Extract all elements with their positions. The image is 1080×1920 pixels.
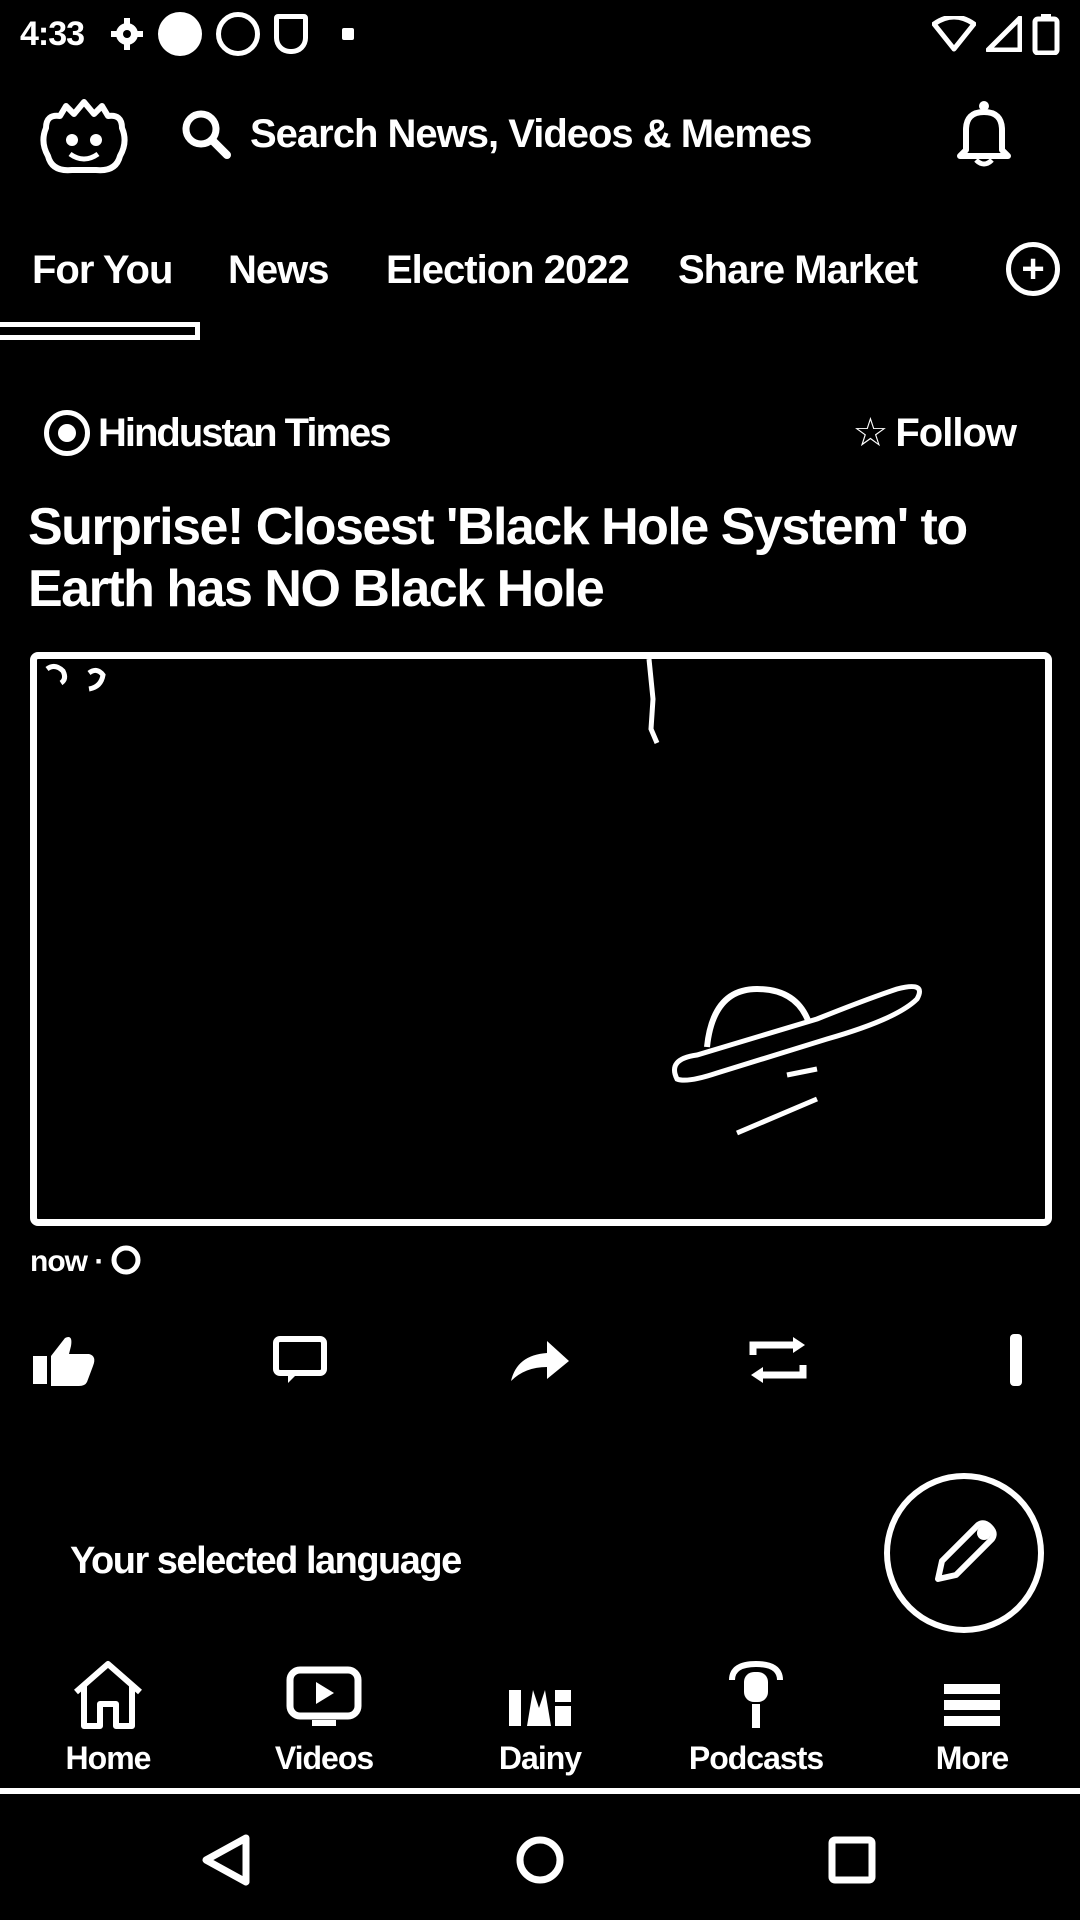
language-prompt[interactable]: Your selected language [70,1540,462,1583]
compose-button[interactable] [884,1473,1044,1633]
home-circle-icon[interactable] [500,1820,580,1900]
nav-label-videos: Videos [274,1740,374,1776]
search-icon [182,110,231,159]
tab-news[interactable]: News [228,248,329,293]
shield-icon [274,14,309,54]
article-meta-text: now · [30,1245,104,1278]
menu-icon [944,1684,1000,1726]
nav-item-dainy[interactable]: Dainy [460,1640,620,1790]
share-icon[interactable] [500,1325,580,1395]
category-tabs: For You News Election 2022 Share Market [0,235,1080,305]
source-name[interactable]: Hindustan Times [98,411,392,456]
back-icon[interactable] [186,1820,266,1900]
notification-icon [158,12,203,56]
article-source-row: Hindustan Times ☆ Follow [44,405,1024,461]
podcast-icon [729,1660,783,1728]
pencil-icon [935,1520,997,1582]
gear-icon [111,18,144,50]
globe-icon [111,1245,141,1275]
tab-for-you[interactable]: For You [32,248,173,293]
status-icons-left [110,12,355,56]
follow-label: Follow [895,410,1017,455]
app-header: Search News, Videos & Memes [0,90,1080,180]
star-icon: ☆ [852,411,889,455]
status-icons-right [932,13,1060,55]
nav-item-podcasts[interactable]: Podcasts [676,1640,836,1790]
system-navigation [0,1820,1080,1900]
status-time: 4:33 [20,14,85,53]
nav-item-home[interactable]: Home [28,1640,188,1790]
nav-label-more: More [935,1740,1009,1776]
recents-icon[interactable] [812,1820,892,1900]
nav-item-videos[interactable]: Videos [244,1640,404,1790]
nav-label-podcasts: Podcasts [688,1740,824,1776]
notification-icon [216,12,261,56]
space-illustration [45,659,922,1136]
nav-item-more[interactable]: More [892,1640,1052,1790]
source-logo-icon [44,410,90,456]
article-meta: now · [30,1245,141,1279]
status-bar: 4:33 [0,0,1080,68]
tab-share-market[interactable]: Share Market [678,248,918,293]
article-image[interactable] [30,652,1052,1226]
selected-tab-indicator [0,322,200,340]
follow-button[interactable]: ☆ Follow [853,411,1017,456]
like-icon[interactable] [24,1325,104,1395]
plus-circle-icon[interactable]: + [1006,242,1060,296]
battery-icon [1032,14,1060,55]
search-placeholder: Search News, Videos & Memes [250,111,812,156]
bottom-navigation: Home Videos Dainy Podcasts More [0,1640,1080,1790]
dot-icon [342,28,355,40]
nav-divider [0,1788,1080,1794]
nav-label-home: Home [65,1740,152,1776]
nav-label-dainy: Dainy [498,1740,582,1776]
more-icon[interactable] [976,1325,1056,1395]
article-headline[interactable]: Surprise! Closest 'Black Hole System' to… [28,496,1058,620]
article-actions [0,1325,1080,1395]
comment-icon[interactable] [260,1325,340,1395]
app-logo-icon[interactable] [36,98,132,178]
wifi-icon [932,16,976,52]
repost-icon[interactable] [738,1325,818,1395]
dainy-icon [509,1690,571,1726]
search-bar[interactable]: Search News, Videos & Memes [180,104,812,164]
bell-icon[interactable] [954,100,1014,168]
video-icon [286,1666,362,1726]
signal-icon [986,16,1022,52]
tab-election-2022[interactable]: Election 2022 [386,248,630,293]
home-icon [74,1661,142,1729]
